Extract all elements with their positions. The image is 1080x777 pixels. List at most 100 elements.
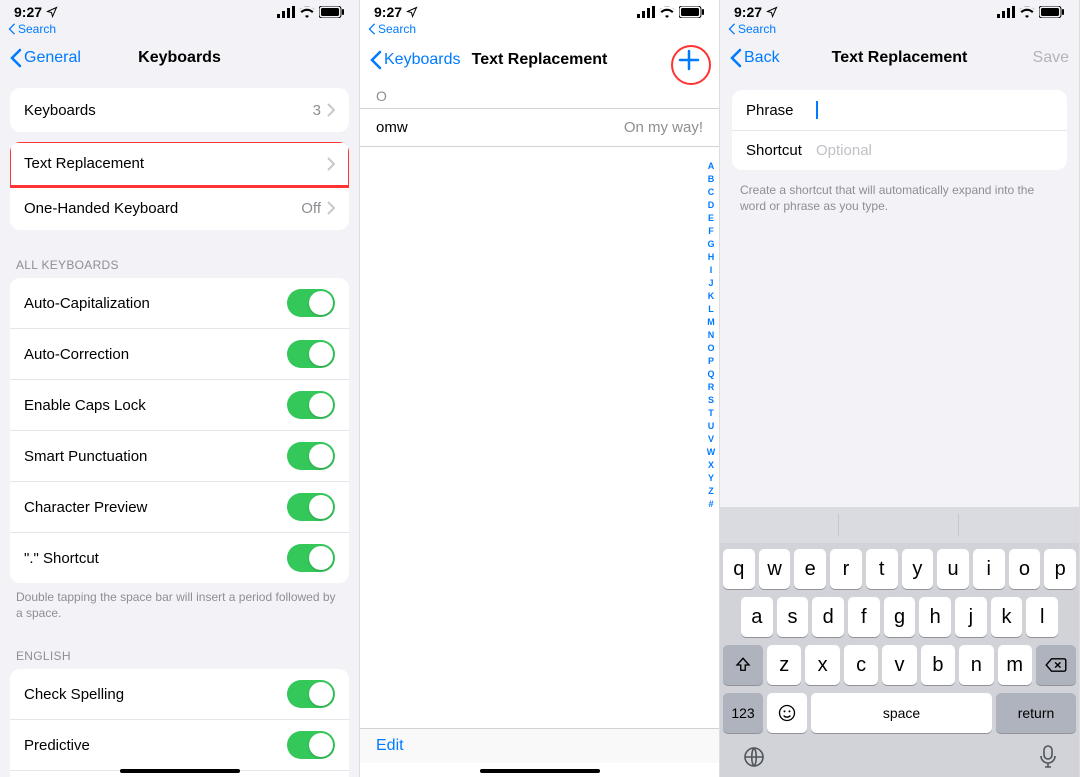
index-letter[interactable]: U [705, 420, 717, 433]
numbers-key[interactable]: 123 [723, 693, 763, 733]
switch-period-shortcut[interactable] [287, 544, 335, 572]
index-letter[interactable]: I [705, 264, 717, 277]
index-letter[interactable]: # [705, 498, 717, 511]
shift-key[interactable] [723, 645, 763, 685]
cell-one-handed-keyboard[interactable]: One-Handed Keyboard Off [10, 186, 349, 230]
alphabet-index[interactable]: ABCDEFGHIJKLMNOPQRSTUVWXYZ# [705, 160, 717, 511]
save-button[interactable]: Save [1033, 49, 1069, 67]
space-key[interactable]: space [811, 693, 992, 733]
nav-back-button[interactable]: Keyboards [370, 50, 461, 70]
cell-text-replacement[interactable]: Text Replacement [10, 142, 349, 186]
key-g[interactable]: g [884, 597, 916, 637]
key-l[interactable]: l [1026, 597, 1058, 637]
index-letter[interactable]: S [705, 394, 717, 407]
key-v[interactable]: v [882, 645, 916, 685]
pane-text-replacement-edit: 9:27 Search Back Text Replacement Save P… [720, 0, 1080, 777]
index-letter[interactable]: L [705, 303, 717, 316]
switch-auto-capitalization[interactable] [287, 289, 335, 317]
switch-character-preview[interactable] [287, 493, 335, 521]
index-letter[interactable]: Z [705, 485, 717, 498]
back-to-search[interactable]: Search [0, 20, 359, 42]
phrase-row[interactable]: Phrase [732, 90, 1067, 131]
index-letter[interactable]: F [705, 225, 717, 238]
index-letter[interactable]: M [705, 316, 717, 329]
add-button[interactable] [677, 48, 709, 72]
key-p[interactable]: p [1044, 549, 1076, 589]
key-e[interactable]: e [794, 549, 826, 589]
key-k[interactable]: k [991, 597, 1023, 637]
key-m[interactable]: m [998, 645, 1032, 685]
index-letter[interactable]: G [705, 238, 717, 251]
index-letter[interactable]: A [705, 160, 717, 173]
cell-check-spelling: Check Spelling [10, 669, 349, 720]
chevron-left-icon [730, 48, 742, 68]
index-letter[interactable]: C [705, 186, 717, 199]
index-letter[interactable]: H [705, 251, 717, 264]
key-t[interactable]: t [866, 549, 898, 589]
globe-key[interactable] [742, 745, 766, 769]
home-indicator[interactable] [480, 769, 600, 773]
switch-smart-punctuation[interactable] [287, 442, 335, 470]
key-w[interactable]: w [759, 549, 791, 589]
key-f[interactable]: f [848, 597, 880, 637]
index-letter[interactable]: W [705, 446, 717, 459]
suggestion-slot[interactable] [840, 514, 958, 536]
key-o[interactable]: o [1009, 549, 1041, 589]
suggestion-bar[interactable] [720, 507, 1079, 543]
key-j[interactable]: j [955, 597, 987, 637]
key-h[interactable]: h [919, 597, 951, 637]
index-letter[interactable]: E [705, 212, 717, 225]
dictation-key[interactable] [1039, 745, 1057, 769]
wifi-icon [1019, 6, 1035, 18]
index-letter[interactable]: P [705, 355, 717, 368]
index-letter[interactable]: R [705, 381, 717, 394]
edit-button[interactable]: Edit [376, 737, 404, 754]
battery-icon [319, 6, 345, 18]
home-indicator[interactable] [120, 769, 240, 773]
key-b[interactable]: b [921, 645, 955, 685]
back-to-search[interactable]: Search [360, 20, 719, 42]
phrase-input[interactable] [816, 101, 1053, 119]
key-c[interactable]: c [844, 645, 878, 685]
switch-check-spelling[interactable] [287, 680, 335, 708]
back-to-search[interactable]: Search [720, 20, 1079, 42]
key-y[interactable]: y [902, 549, 934, 589]
index-letter[interactable]: D [705, 199, 717, 212]
index-letter[interactable]: J [705, 277, 717, 290]
replacement-row[interactable]: omw On my way! [360, 109, 719, 146]
key-u[interactable]: u [937, 549, 969, 589]
pane-text-replacement-list: 9:27 Search Keyboards Text Replacement O… [360, 0, 720, 777]
suggestion-slot[interactable] [721, 514, 839, 536]
nav-back-button[interactable]: General [10, 48, 81, 68]
switch-auto-correction[interactable] [287, 340, 335, 368]
return-key[interactable]: return [996, 693, 1076, 733]
index-letter[interactable]: V [705, 433, 717, 446]
index-letter[interactable]: O [705, 342, 717, 355]
index-letter[interactable]: N [705, 329, 717, 342]
key-z[interactable]: z [767, 645, 801, 685]
index-letter[interactable]: X [705, 459, 717, 472]
key-q[interactable]: q [723, 549, 755, 589]
key-d[interactable]: d [812, 597, 844, 637]
nav-back-button[interactable]: Back [730, 48, 780, 68]
index-letter[interactable]: K [705, 290, 717, 303]
cell-keyboards[interactable]: Keyboards 3 [10, 88, 349, 132]
key-n[interactable]: n [959, 645, 993, 685]
index-letter[interactable]: Y [705, 472, 717, 485]
suggestion-slot[interactable] [960, 514, 1078, 536]
key-r[interactable]: r [830, 549, 862, 589]
switch-enable-caps-lock[interactable] [287, 391, 335, 419]
index-letter[interactable]: B [705, 173, 717, 186]
key-s[interactable]: s [777, 597, 809, 637]
shortcut-row[interactable]: Shortcut Optional [732, 131, 1067, 170]
index-letter[interactable]: T [705, 407, 717, 420]
status-time: 9:27 [374, 4, 402, 20]
key-i[interactable]: i [973, 549, 1005, 589]
shortcut-input[interactable]: Optional [816, 142, 1053, 159]
index-letter[interactable]: Q [705, 368, 717, 381]
key-a[interactable]: a [741, 597, 773, 637]
emoji-key[interactable] [767, 693, 807, 733]
backspace-key[interactable] [1036, 645, 1076, 685]
switch-predictive[interactable] [287, 731, 335, 759]
key-x[interactable]: x [805, 645, 839, 685]
